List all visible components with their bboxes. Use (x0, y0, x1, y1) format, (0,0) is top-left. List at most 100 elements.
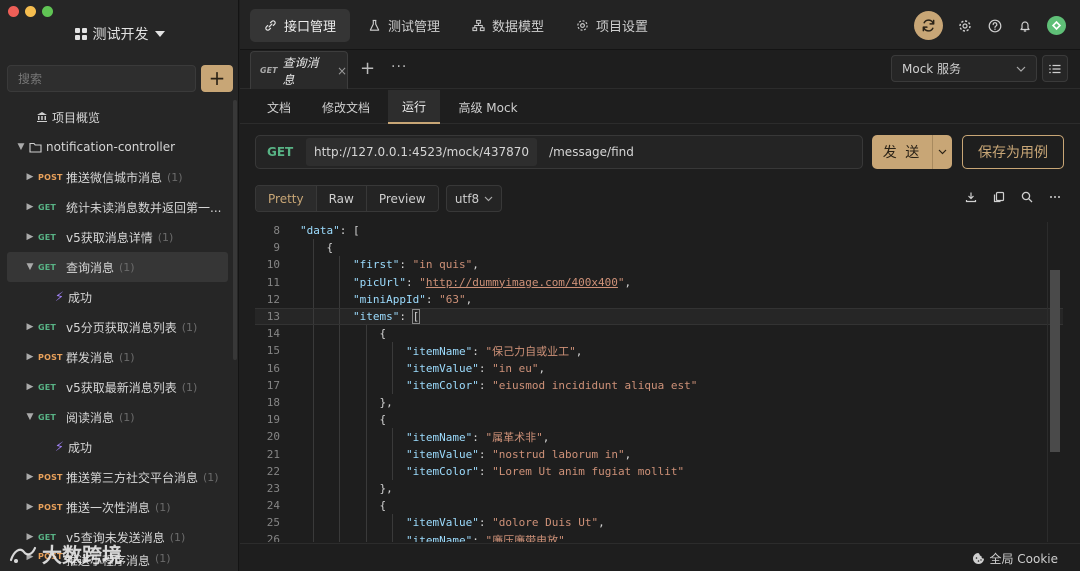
new-tab-button[interactable]: + (360, 58, 375, 79)
minimize-window-button[interactable] (25, 6, 36, 17)
method-badge: GET (38, 382, 57, 392)
flask-icon (369, 19, 380, 31)
project-switcher[interactable]: 测试开发 (0, 24, 239, 44)
sidebar-item[interactable]: ▶ POST 推送微信城市消息 (1) (0, 162, 239, 192)
line-number: 16 (266, 361, 280, 375)
encoding-select[interactable]: utf8 (446, 185, 502, 212)
copy-icon[interactable] (992, 190, 1006, 204)
tree-item-overview[interactable]: 项目概览 (0, 102, 239, 132)
add-button[interactable]: + (201, 65, 233, 92)
download-icon[interactable] (964, 190, 978, 204)
tree-folder[interactable]: ▼ notification-controller (0, 132, 239, 162)
code-line: 25 "itemValue": "dolore Duis Ut", (255, 514, 1063, 532)
format-raw[interactable]: Raw (316, 186, 367, 211)
sidebar-item[interactable]: ▶ GET 统计未读消息数并返回第一... (0, 192, 239, 222)
request-url-bar[interactable]: GET http://127.0.0.1:4523/mock/437870 /m… (255, 135, 863, 169)
sidebar-item-label: 推送一次性消息 (66, 500, 151, 515)
line-number: 24 (266, 499, 280, 513)
json-punct: , (472, 258, 479, 272)
tab-run[interactable]: 运行 (388, 90, 440, 124)
code-line: 17 "itemColor": "eiusmod incididunt aliqu… (255, 376, 1063, 394)
sidebar-item-selected[interactable]: ▼ GET 查询消息 (1) (7, 252, 228, 282)
sidebar-scrollbar[interactable] (233, 100, 237, 360)
request-path[interactable]: /message/find (537, 145, 634, 159)
tab-label: 项目设置 (596, 20, 649, 35)
search-icon[interactable] (1020, 190, 1034, 204)
sidebar-case-item[interactable]: ⚡ 成功 (0, 432, 239, 462)
json-punct: : (478, 361, 493, 375)
search-input[interactable] (7, 65, 196, 92)
project-title: 测试开发 (92, 27, 149, 43)
format-preview[interactable]: Preview (366, 186, 438, 211)
tab-test-management[interactable]: 测试管理 (354, 9, 454, 42)
code-line: 16 "itemValue": "in eu", (255, 359, 1063, 377)
code-text: }, (280, 396, 393, 409)
bolt-icon: ⚡ (54, 439, 65, 455)
caret-down-icon (154, 31, 165, 37)
settings-gear-icon[interactable] (957, 18, 973, 34)
line-number: 8 (273, 224, 280, 238)
tab-api-management[interactable]: 接口管理 (250, 9, 351, 42)
send-dropdown[interactable] (932, 135, 952, 169)
tab-advanced-mock[interactable]: 高级 Mock (447, 90, 529, 124)
close-icon[interactable]: × (337, 64, 347, 78)
close-window-button[interactable] (8, 6, 19, 17)
save-as-case-button[interactable]: 保存为用例 (962, 135, 1064, 169)
code-line: 10 "first": "in quis", (255, 256, 1063, 274)
code-text: "itemName": "廉压廉带电放", (280, 532, 571, 542)
json-key: "itemName" (406, 344, 473, 358)
response-editor[interactable]: 8 "data": [9{10 "first": "in quis", 11 "picU… (255, 222, 1063, 542)
sidebar-item[interactable]: ▶ POST 群发消息 (1) (0, 342, 239, 372)
json-string: "Lorem Ut anim fugiat mollit" (492, 464, 685, 478)
code-text: "itemName": "属革术非", (280, 429, 549, 445)
request-method[interactable]: GET (256, 145, 306, 159)
avatar[interactable] (1047, 16, 1066, 35)
tab-edit-doc[interactable]: 修改文档 (312, 90, 380, 124)
help-icon[interactable] (987, 18, 1003, 34)
sub-tabs: 文档 修改文档 运行 高级 Mock (240, 90, 1080, 124)
json-punct: : (478, 464, 493, 478)
link-icon (265, 20, 276, 31)
tab-project-settings[interactable]: 项目设置 (562, 9, 662, 42)
mock-service-select[interactable]: Mock 服务 (891, 55, 1037, 82)
json-string: "63" (439, 292, 466, 306)
line-number: 9 (273, 241, 280, 255)
case-count: (1) (169, 530, 186, 544)
sidebar-item[interactable]: ▶ GET v5获取最新消息列表 (1) (0, 372, 239, 402)
tab-doc[interactable]: 文档 (253, 90, 305, 124)
sidebar-item[interactable]: ▶ POST 推送一次性消息 (1) (0, 492, 239, 522)
sidebar-item[interactable]: ▶ POST 推送第三方社交平台消息 (1) (0, 462, 239, 492)
json-key: "picUrl" (353, 275, 406, 289)
watermark-text: 大数跨境 (42, 543, 122, 567)
tab-data-model[interactable]: 数据模型 (458, 9, 558, 42)
sidebar-item[interactable]: ▼ GET 阅读消息 (1) (0, 402, 239, 432)
json-punct: { (379, 499, 387, 513)
list-button[interactable] (1042, 55, 1068, 82)
editor-scrollbar[interactable] (1050, 270, 1060, 452)
base-url[interactable]: http://127.0.0.1:4523/mock/437870 (306, 138, 538, 166)
sidebar-case-item[interactable]: ⚡ 成功 (0, 282, 239, 312)
sidebar-item[interactable]: ▶ GET v5获取消息详情 (1) (0, 222, 239, 252)
sidebar-item[interactable]: ▶ GET v5分页获取消息列表 (1) (0, 312, 239, 342)
chevron-right-icon: ▶ (26, 172, 34, 182)
json-string[interactable]: http://dummyimage.com/400x400 (426, 276, 618, 289)
doc-tab-active[interactable]: GET 查询消息 × (250, 51, 348, 89)
zoom-window-button[interactable] (42, 6, 53, 17)
bank-icon (36, 111, 52, 123)
global-cookie-button[interactable]: 全局 Cookie (972, 550, 1058, 567)
format-pretty[interactable]: Pretty (256, 186, 317, 211)
tab-label: 数据模型 (492, 20, 545, 35)
more-tabs-button[interactable]: ··· (391, 59, 407, 75)
json-punct: : (478, 378, 493, 392)
more-icon[interactable] (1048, 190, 1062, 204)
sync-button[interactable] (914, 11, 943, 40)
method-badge: GET (38, 202, 57, 212)
method-badge: GET (38, 262, 57, 272)
send-button[interactable]: 发 送 (872, 135, 952, 169)
json-punct: : [ (339, 224, 360, 238)
bell-icon[interactable] (1017, 18, 1033, 34)
main-panel: 接口管理 测试管理 数据模型 项目设置 GET 查询消息 × + ··· Moc… (240, 0, 1080, 571)
sidebar-item-label: v5获取最新消息列表 (66, 380, 177, 395)
tab-label: 测试管理 (388, 20, 441, 35)
code-line: 21 "itemValue": "nostrud laborum in", (255, 445, 1063, 463)
